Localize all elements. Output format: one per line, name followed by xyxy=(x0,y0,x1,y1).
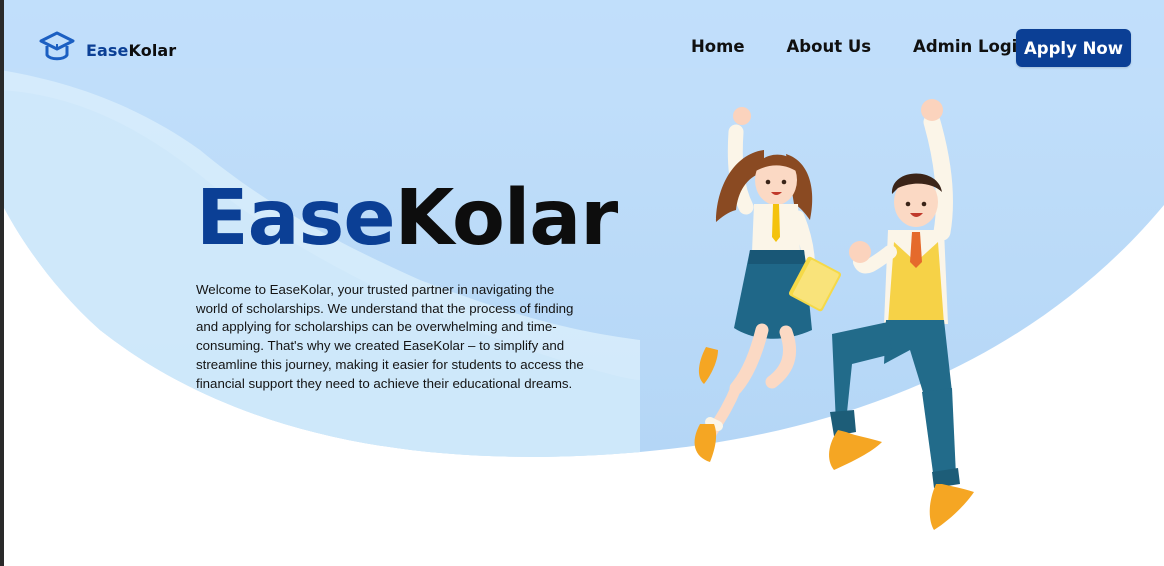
girl-figure xyxy=(694,107,842,462)
window-edge xyxy=(0,0,4,566)
nav-links: Home About Us Admin Login xyxy=(691,37,1071,56)
hero-title: EaseKolar xyxy=(196,180,618,257)
hero-title-prefix: Ease xyxy=(196,174,396,263)
boy-figure xyxy=(829,99,974,530)
brand-name-prefix: Ease xyxy=(86,40,129,60)
brand-logo[interactable]: EaseKolar xyxy=(38,30,176,70)
nav-link-about-us[interactable]: About Us xyxy=(787,37,872,56)
brand-name-suffix: Kolar xyxy=(128,40,177,60)
nav-link-admin-login[interactable]: Admin Login xyxy=(913,37,1029,56)
top-navbar: EaseKolar Home About Us Admin Login Appl… xyxy=(0,0,1164,95)
brand-name: EaseKolar xyxy=(86,41,176,60)
apply-now-button[interactable]: Apply Now xyxy=(1016,29,1131,67)
students-jumping-illustration xyxy=(694,99,974,530)
hero-title-suffix: Kolar xyxy=(394,174,619,263)
hero-description: Welcome to EaseKolar, your trusted partn… xyxy=(196,282,584,391)
graduation-cap-icon xyxy=(38,30,76,70)
nav-link-home[interactable]: Home xyxy=(691,37,745,56)
